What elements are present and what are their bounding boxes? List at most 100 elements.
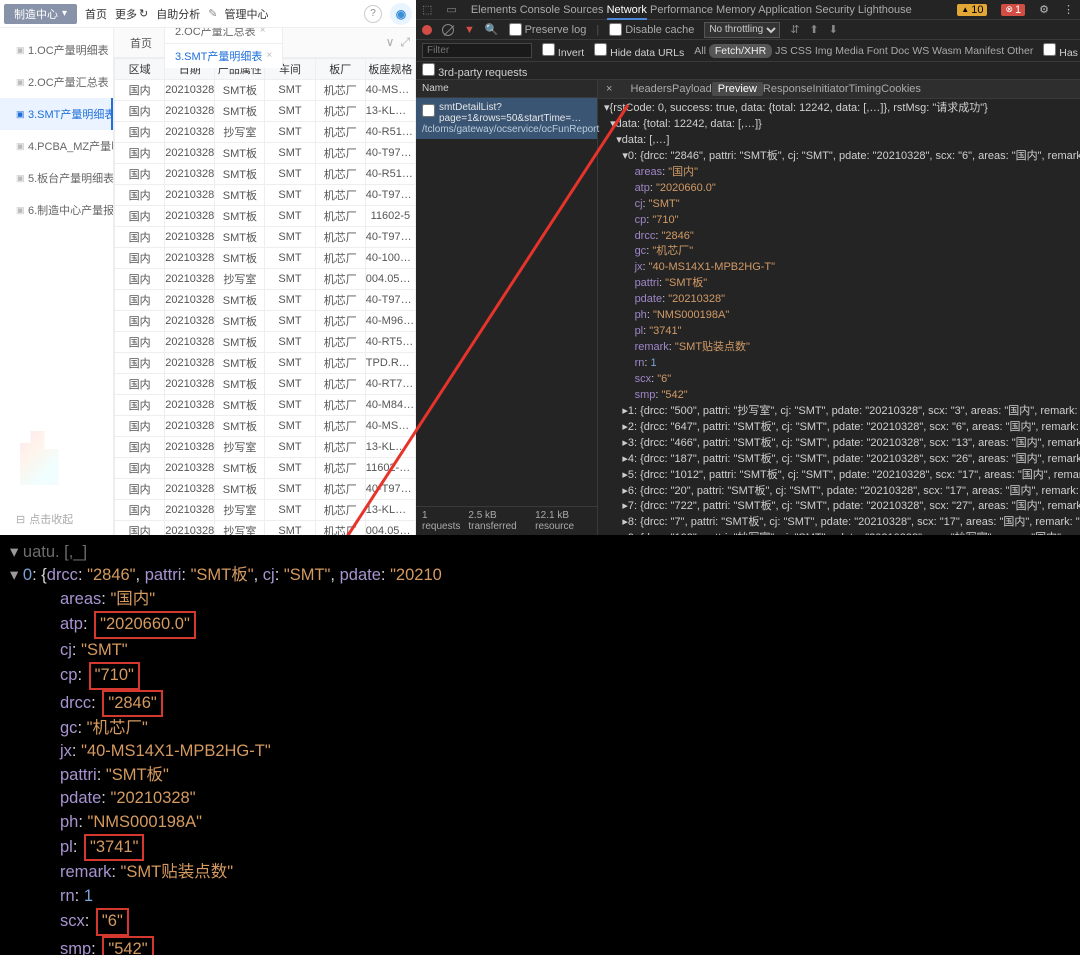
tb-manage[interactable]: ✎ 管理中心 [208,6,268,22]
filter-type-all[interactable]: All [694,45,706,57]
filter-type-media[interactable]: Media [835,45,864,57]
warning-badge[interactable]: 10 [957,4,987,16]
tab-home[interactable]: 首页 [120,31,162,55]
table-row[interactable]: 国内20210328SMT板SMT机芯厂40-T972AN-M [115,185,416,206]
hide-dataurls-checkbox[interactable]: Hide data URLs [594,43,684,59]
table-row[interactable]: 国内20210328SMT板SMT机芯厂40-R51MW1-M [115,164,416,185]
devtools-tab-performance[interactable]: Performance [650,2,713,18]
tb-more[interactable]: 更多↻ [115,6,148,22]
collapse-hint[interactable]: ⊟ 点击收起 [16,511,73,527]
filter-type-js[interactable]: JS [775,45,787,57]
disable-cache-checkbox[interactable]: Disable cache [609,23,694,36]
close-icon[interactable]: × [260,28,266,36]
upload-icon[interactable]: ⬆ [810,23,819,36]
filter-type-img[interactable]: Img [815,45,833,57]
device-icon[interactable]: ▭ [446,3,456,16]
close-icon[interactable]: × [266,50,272,61]
cell: 机芯厂 [315,290,365,311]
devtools-tab-memory[interactable]: Memory [716,2,756,18]
record-icon[interactable] [422,25,432,35]
tab-1[interactable]: 3.SMT产量明细表 × [164,43,283,68]
devtools-tab-security[interactable]: Security [815,2,855,18]
tab-expand-icon[interactable]: ⤢ [400,35,410,50]
filter-type-other[interactable]: Other [1007,45,1033,57]
sidebar-item-4[interactable]: ▣5.板台产量明细表 [0,162,113,194]
devtools-tab-network[interactable]: Network [607,2,647,20]
table-row[interactable]: 国内20210328抄写室SMT机芯厂004.052.0C [115,521,416,536]
detail-tab-timing[interactable]: Timing [849,83,882,95]
devtools-tab-application[interactable]: Application [758,2,812,18]
third-party-checkbox[interactable]: 3rd-party requests [422,63,527,79]
table-row[interactable]: 国内20210328SMT板SMT机芯厂11602-5 [115,206,416,227]
table-row[interactable]: 国内20210328SMT板SMT机芯厂40-RT73H2-M [115,374,416,395]
devtools-tab-sources[interactable]: Sources [563,2,603,18]
wifi-icon[interactable]: ⇵ [790,23,799,36]
cell: 40-R51MW1-M [365,164,415,185]
filter-toggle-icon[interactable]: ▼ [464,24,475,36]
devtools-tab-elements[interactable]: Elements [471,2,517,18]
clear-icon[interactable] [442,24,454,36]
sidebar-item-0[interactable]: ▣1.OC产量明细表 [0,34,113,66]
gear-icon[interactable]: ⚙ [1039,3,1049,16]
sidebar-item-1[interactable]: ▣2.OC产量汇总表 [0,66,113,98]
sidebar-item-3[interactable]: ▣4.PCBA_MZ产量明细表 [0,130,113,162]
devtools-tab-console[interactable]: Console [520,2,560,18]
table-row[interactable]: 国内20210328SMT板SMT机芯厂11602-500 [115,458,416,479]
filter-type-manifest[interactable]: Manifest [964,45,1004,57]
filter-type-css[interactable]: CSS [790,45,812,57]
table-row[interactable]: 国内20210328SMT板SMT机芯厂40-M96S2C-M [115,311,416,332]
cell: 国内 [115,227,165,248]
filter-type-wasm[interactable]: Wasm [932,45,961,57]
download-icon[interactable]: ⬇ [829,23,838,36]
more-icon[interactable]: ⋮ [1063,3,1074,16]
request-row[interactable]: smtDetailList?page=1&rows=50&startTime=…… [416,98,597,139]
invert-checkbox[interactable]: Invert [542,43,584,59]
table-row[interactable]: 国内20210328SMT板SMT机芯厂40-T972AM-M [115,227,416,248]
search-icon[interactable]: 🔍 [485,23,499,36]
center-dropdown[interactable]: 制造中心 [4,4,77,24]
devtools-tab-lighthouse[interactable]: Lighthouse [858,2,912,18]
cell: SMT [265,164,315,185]
tb-home[interactable]: 首页 [85,6,107,22]
tab-menu-icon[interactable]: ∨ [386,35,395,50]
help-icon[interactable]: ? [364,5,382,23]
preserve-log-checkbox[interactable]: Preserve log [509,23,587,36]
cell: 国内 [115,122,165,143]
table-row[interactable]: 国内20210328SMT板SMT机芯厂40-T972AI [115,479,416,500]
table-row[interactable]: 国内20210328SMT板SMT机芯厂40-T972AH-M [115,143,416,164]
close-detail-icon[interactable]: × [606,83,612,95]
table-row[interactable]: 国内20210328SMT板SMT机芯厂13-KLM8G [115,101,416,122]
detail-tab-headers[interactable]: Headers [630,83,672,95]
detail-tab-cookies[interactable]: Cookies [881,83,921,95]
detail-tab-initiator[interactable]: Initiator [812,83,848,95]
tb-self-analyze[interactable]: 自助分析 [156,6,200,22]
table-row[interactable]: 国内20210328SMT板SMT机芯厂40-100X6R-D [115,248,416,269]
table-row[interactable]: 国内20210328SMT板SMT机芯厂40-M848CV-M [115,395,416,416]
detail-tab-payload[interactable]: Payload [672,83,712,95]
table-row[interactable]: 国内20210328SMT板SMT机芯厂40-MS14FA-M [115,416,416,437]
table-row[interactable]: 国内20210328SMT板SMT机芯厂40-RT51H2-M [115,332,416,353]
blocked-cookies-checkbox[interactable]: Has blocked cookies [1043,43,1080,59]
filter-type-font[interactable]: Font [867,45,888,57]
tab-0[interactable]: 2.OC产量汇总表 × [164,28,283,43]
error-badge[interactable]: 1 [1001,4,1025,16]
sidebar-item-2[interactable]: ▣3.SMT产量明细表 [0,98,113,130]
table-row[interactable]: 国内20210328抄写室SMT机芯厂004.052.0C [115,269,416,290]
sidebar-item-5[interactable]: ▣6.制造中心产量报表 [0,194,113,226]
table-row[interactable]: 国内20210328抄写室SMT机芯厂40-R51MH1-M [115,122,416,143]
preview-json[interactable]: ▾{rstCode: 0, success: true, data: {tota… [598,99,1080,535]
filter-type-ws[interactable]: WS [912,45,929,57]
table-row[interactable]: 国内20210328SMT板SMT机芯厂40-T972AO [115,290,416,311]
inspect-icon[interactable]: ⬚ [422,3,432,16]
filter-type-fetch/xhr[interactable]: Fetch/XHR [709,44,772,58]
table-row[interactable]: 国内20210328SMT板SMT机芯厂40-MS14X1-M [115,80,416,101]
table-row[interactable]: 国内20210328抄写室SMT机芯厂13-KLMAG [115,437,416,458]
detail-tab-preview[interactable]: Preview [712,82,763,96]
filter-type-doc[interactable]: Doc [891,45,910,57]
web-app: 制造中心 首页 更多↻ 自助分析 ✎ 管理中心 ? ◉ ▣1.OC产量明细表▣2… [0,0,416,535]
table-row[interactable]: 国内20210328SMT板SMT机芯厂TPD.RT2841.P [115,353,416,374]
table-row[interactable]: 国内20210328抄写室SMT机芯厂13-KLMAG1 [115,500,416,521]
throttling-select[interactable]: No throttling [704,22,780,38]
filter-input[interactable] [422,43,532,58]
detail-tab-response[interactable]: Response [763,83,813,95]
